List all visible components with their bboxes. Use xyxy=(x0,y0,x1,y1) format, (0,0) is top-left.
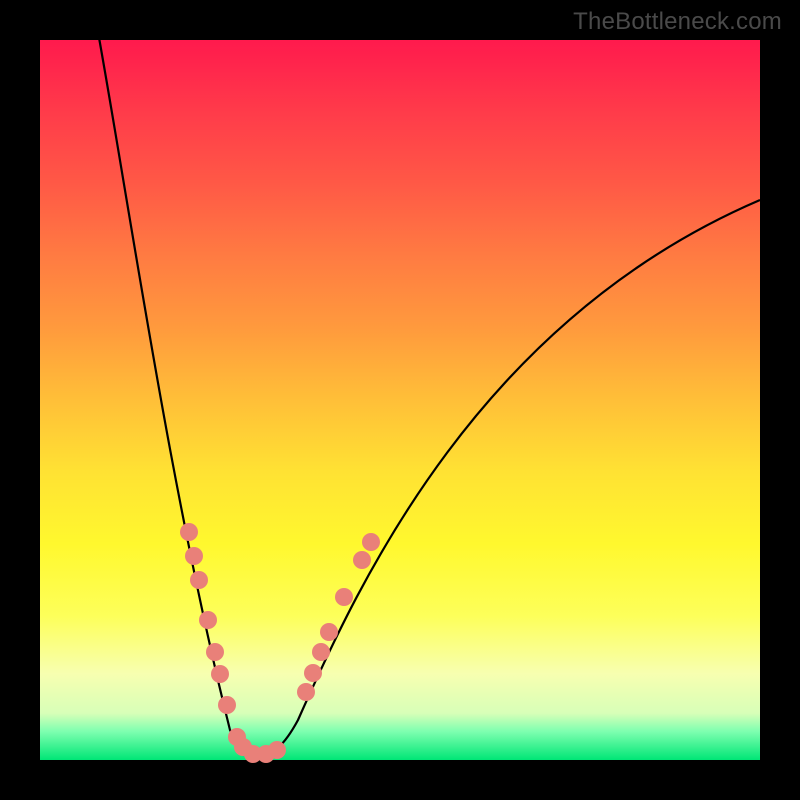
data-dot xyxy=(218,696,236,714)
data-dot xyxy=(320,623,338,641)
curve-svg xyxy=(40,40,760,760)
data-dot xyxy=(180,523,198,541)
data-dot xyxy=(312,643,330,661)
data-dot xyxy=(362,533,380,551)
data-dot xyxy=(211,665,229,683)
data-dot xyxy=(199,611,217,629)
curve-right-branch xyxy=(258,200,760,756)
data-dot xyxy=(190,571,208,589)
data-dot xyxy=(297,683,315,701)
data-dot xyxy=(206,643,224,661)
data-dot xyxy=(185,547,203,565)
plot-area xyxy=(40,40,760,760)
data-dot xyxy=(353,551,371,569)
data-dot xyxy=(268,741,286,759)
chart-frame: TheBottleneck.com xyxy=(0,0,800,800)
watermark-text: TheBottleneck.com xyxy=(573,8,782,36)
data-dot xyxy=(304,664,322,682)
data-dot xyxy=(335,588,353,606)
curve-left-branch xyxy=(98,32,258,756)
